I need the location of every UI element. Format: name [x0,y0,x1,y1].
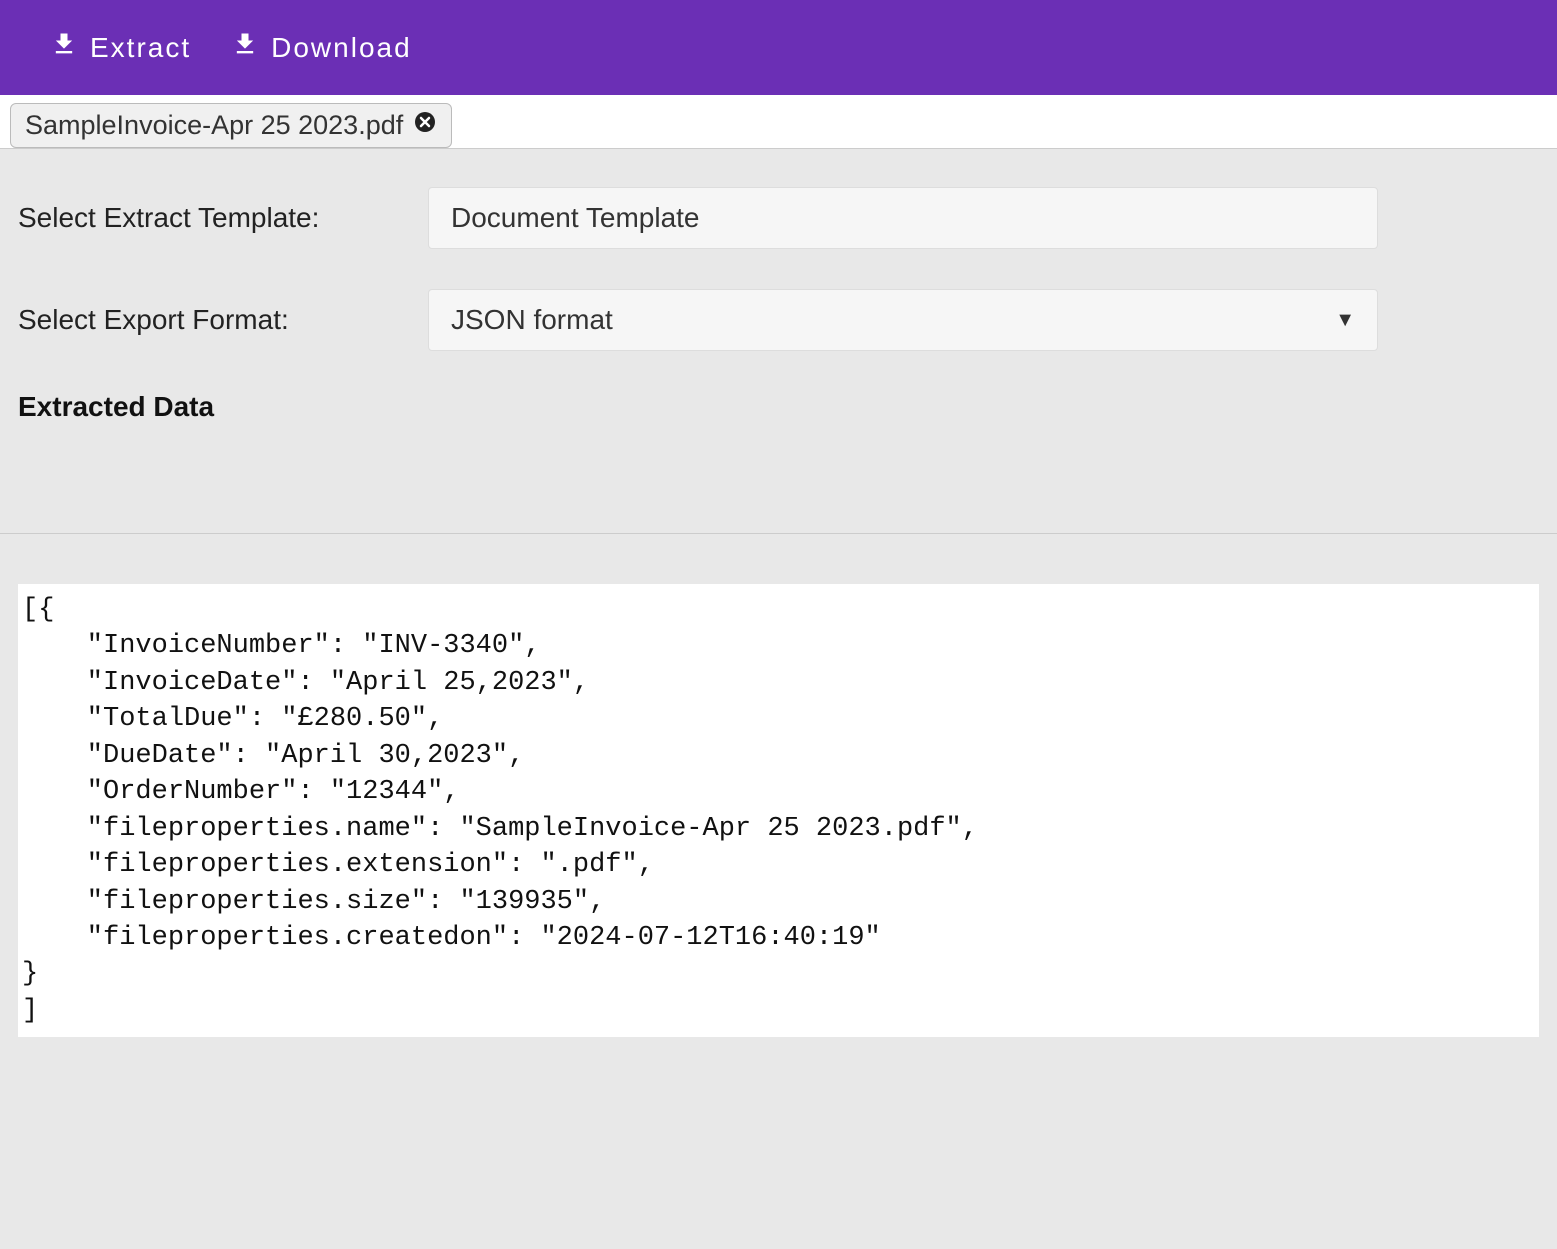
extract-button-label: Extract [90,32,191,64]
extract-button[interactable]: Extract [50,30,191,65]
template-select[interactable]: Document Template [428,187,1378,249]
file-tab-label: SampleInvoice-Apr 25 2023.pdf [25,110,403,141]
download-icon [50,30,78,65]
format-row: Select Export Format: JSON format ▼ [18,289,1539,351]
form-area: Select Extract Template: Document Templa… [0,149,1557,463]
download-button-label: Download [271,32,412,64]
output-area: [{ "InvoiceNumber": "INV-3340", "Invoice… [0,534,1557,1055]
download-button[interactable]: Download [231,30,412,65]
output-box: [{ "InvoiceNumber": "INV-3340", "Invoice… [18,584,1539,1037]
extracted-data-heading: Extracted Data [18,391,1539,423]
template-select-value: Document Template [451,202,700,234]
format-select[interactable]: JSON format ▼ [428,289,1378,351]
format-label: Select Export Format: [18,304,428,336]
file-tab[interactable]: SampleInvoice-Apr 25 2023.pdf [10,103,452,148]
template-label: Select Extract Template: [18,202,428,234]
template-row: Select Extract Template: Document Templa… [18,187,1539,249]
chevron-down-icon: ▼ [1335,309,1355,332]
file-tab-row: SampleInvoice-Apr 25 2023.pdf [0,95,1557,149]
toolbar: Extract Download [0,0,1557,95]
download-icon [231,30,259,65]
format-select-value: JSON format [451,304,613,336]
close-icon[interactable] [413,110,437,141]
